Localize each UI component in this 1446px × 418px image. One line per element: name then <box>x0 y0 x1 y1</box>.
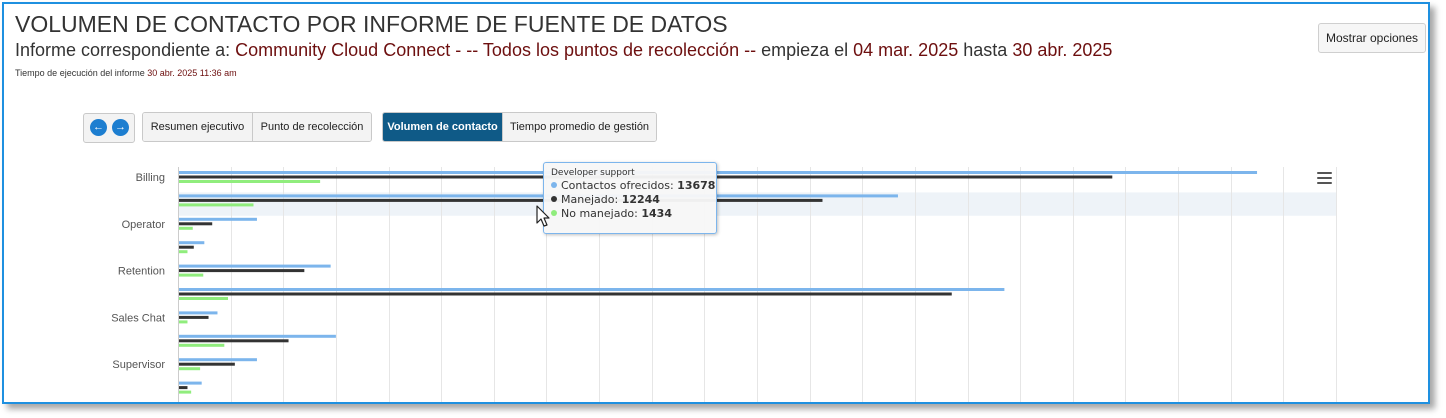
bar-offered <box>179 171 1258 174</box>
bar-handled <box>179 222 213 226</box>
y-axis-label: Sales Chat <box>111 312 165 324</box>
bar-unhandled <box>179 226 193 230</box>
bar-handled <box>179 292 952 296</box>
bar-handled <box>179 315 209 319</box>
bar-unhandled <box>179 320 188 324</box>
bar-handled <box>179 362 235 366</box>
tooltip-row-unhandled: No manejado: 1434 <box>551 207 709 221</box>
tooltip-value: 12244 <box>621 193 660 206</box>
bar-handled <box>179 339 289 343</box>
bar-offered <box>179 381 202 385</box>
chart-menu-icon[interactable] <box>1317 172 1332 184</box>
bar-offered <box>179 264 331 268</box>
bar-unhandled <box>179 273 204 277</box>
tooltip-label: No manejado: <box>561 207 638 220</box>
bar-unhandled <box>179 343 225 347</box>
bar-unhandled <box>179 367 201 371</box>
y-axis-label: Supervisor <box>112 359 165 371</box>
chart-tooltip: Developer support Contactos ofrecidos: 1… <box>543 162 717 234</box>
bar-offered <box>179 241 205 245</box>
tooltip-value: 13678 <box>677 179 716 192</box>
tooltip-value: 1434 <box>641 207 672 220</box>
tooltip-label: Contactos ofrecidos: <box>561 179 674 192</box>
y-axis-label: Retention <box>118 266 165 278</box>
bar-offered <box>179 358 257 362</box>
bar-offered <box>179 194 898 198</box>
bar-handled <box>179 245 194 249</box>
bar-unhandled <box>179 250 188 254</box>
bar-unhandled <box>179 297 229 300</box>
tooltip-row-offered: Contactos ofrecidos: 13678 <box>551 179 715 193</box>
bar-handled <box>179 198 823 202</box>
bar-unhandled <box>179 180 321 183</box>
bar-offered <box>179 288 1005 291</box>
tooltip-category: Developer support <box>551 168 635 178</box>
tooltip-label: Manejado: <box>561 193 619 206</box>
bar-unhandled <box>179 390 192 394</box>
tooltip-row-handled: Manejado: 12244 <box>551 193 709 207</box>
handled-dot <box>551 196 557 202</box>
bar-unhandled <box>179 203 254 207</box>
bar-offered <box>179 334 336 338</box>
y-axis-label: Billing <box>136 172 165 184</box>
bar-offered <box>179 311 218 315</box>
bar-handled <box>179 269 305 273</box>
bar-offered <box>179 217 257 221</box>
offered-dot <box>551 182 557 188</box>
mouse-pointer-icon <box>536 205 550 227</box>
report-frame: VOLUMEN DE CONTACTO POR INFORME DE FUENT… <box>2 2 1430 404</box>
y-axis-label: Operator <box>122 219 166 231</box>
bar-handled <box>179 386 188 390</box>
